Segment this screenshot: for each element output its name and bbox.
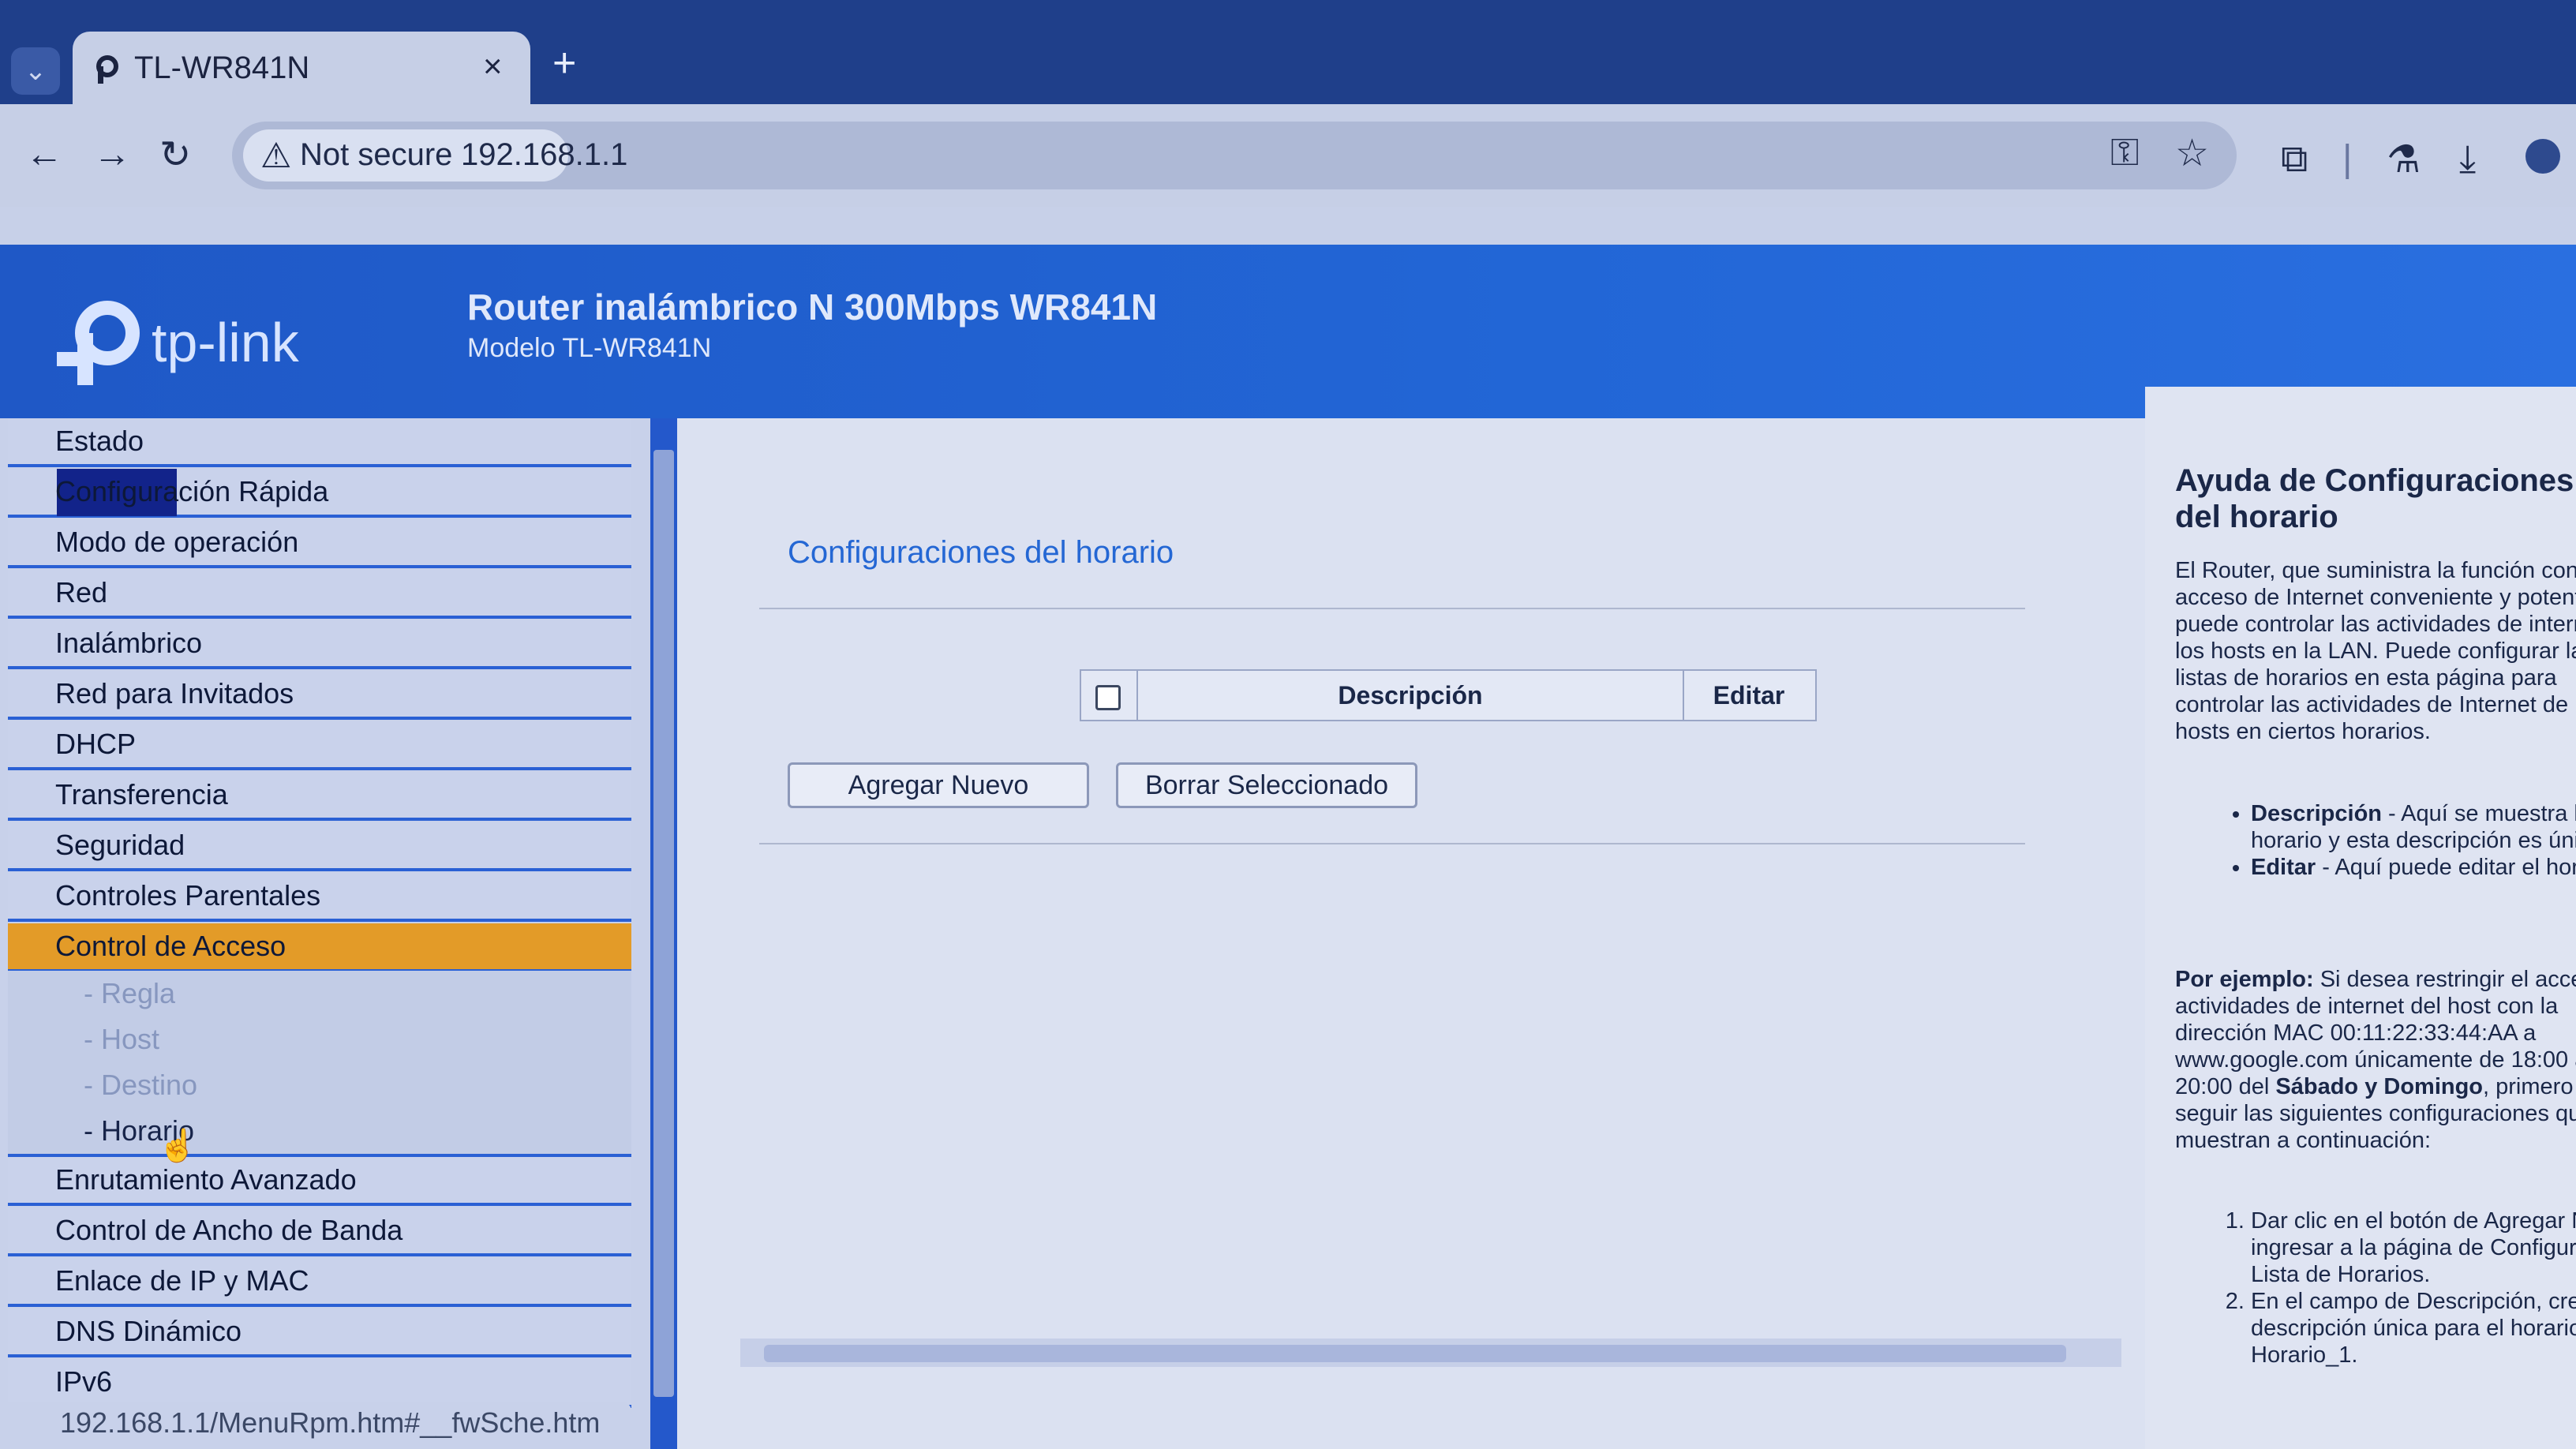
help-step: En el campo de Descripción, crear una de… bbox=[2251, 1288, 2576, 1368]
hand-cursor-icon: ☝ bbox=[158, 1129, 197, 1163]
screen: ⌄ TL-WR841N × + ← → ↻ ⚠ Not secure 192.1… bbox=[0, 0, 2576, 1449]
select-all-checkbox[interactable] bbox=[1095, 685, 1121, 710]
content-hscrollbar-thumb[interactable] bbox=[764, 1345, 2066, 1362]
browser-tab[interactable]: TL-WR841N × bbox=[73, 32, 530, 110]
new-tab-button[interactable]: + bbox=[552, 39, 576, 87]
url-text[interactable]: 192.168.1.1 bbox=[461, 137, 627, 173]
sidebar-subitem-regla[interactable]: - Regla bbox=[8, 971, 631, 1017]
back-icon[interactable]: ← bbox=[25, 133, 63, 176]
sidebar-item-enlace-ip-mac[interactable]: Enlace de IP y MAC bbox=[8, 1258, 631, 1307]
extensions-icon[interactable]: ⧉ bbox=[2281, 137, 2308, 182]
address-bar[interactable]: ⚠ Not secure 192.168.1.1 ⚿ ☆ bbox=[232, 122, 2237, 189]
sidebar-item-enrutamiento-avanzado[interactable]: Enrutamiento Avanzado bbox=[8, 1157, 631, 1206]
security-label: Not secure bbox=[300, 137, 453, 172]
download-icon[interactable]: ⤓ bbox=[2459, 137, 2476, 182]
column-edit: Editar bbox=[1713, 681, 1785, 710]
sidebar-scrollbar-thumb[interactable] bbox=[653, 450, 674, 1397]
help-title: Ayuda de Configuraciones del horario bbox=[2175, 463, 2574, 534]
sidebar-item-dhcp[interactable]: DHCP bbox=[8, 721, 631, 770]
status-url: 192.168.1.1/MenuRpm.htm#__fwSche.htm bbox=[60, 1406, 601, 1439]
sidebar-item-modo-operacion[interactable]: Modo de operación bbox=[8, 519, 631, 568]
sidebar-subitem-destino[interactable]: - Destino bbox=[8, 1062, 631, 1108]
key-icon[interactable]: ⚿ bbox=[2110, 131, 2140, 175]
help-step: Dar clic en el botón de Agregar Nuevo pa… bbox=[2251, 1208, 2576, 1288]
sidebar-item-ancho-banda[interactable]: Control de Ancho de Banda bbox=[8, 1208, 631, 1256]
schedule-table-header: Descripción Editar bbox=[1080, 669, 1817, 721]
help-panel: Ayuda de Configuraciones del horario El … bbox=[2145, 387, 2576, 1449]
close-tab-icon[interactable]: × bbox=[483, 47, 503, 85]
tplink-logo-icon bbox=[57, 301, 140, 385]
sidebar-item-control-acceso[interactable]: Control de Acceso bbox=[8, 923, 631, 972]
help-intro: El Router, que suministra la función con… bbox=[2175, 558, 2576, 744]
sidebar-item-dns-dinamico[interactable]: DNS Dinámico bbox=[8, 1309, 631, 1357]
logo-text: tp-link bbox=[152, 312, 299, 373]
column-description: Descripción bbox=[1136, 671, 1684, 720]
help-steps: Dar clic en el botón de Agregar Nuevo pa… bbox=[2175, 1208, 2576, 1368]
sidebar-item-seguridad[interactable]: Seguridad bbox=[8, 822, 631, 871]
sidebar-item-transferencia[interactable]: Transferencia bbox=[8, 772, 631, 821]
divider bbox=[759, 843, 2025, 844]
help-bullet: Descripción - Aquí se muestra la descrip… bbox=[2251, 800, 2576, 854]
sidebar-item-ipv6[interactable]: IPv6 bbox=[8, 1359, 631, 1408]
star-icon[interactable]: ☆ bbox=[2175, 131, 2209, 175]
sidebar-item-red[interactable]: Red bbox=[8, 570, 631, 619]
tab-search-icon[interactable]: ⌄ bbox=[11, 47, 60, 95]
sidebar-item-configuracion-rapida[interactable]: Configuración Rápida bbox=[8, 469, 631, 518]
section-title: Configuraciones del horario bbox=[788, 535, 1174, 570]
profile-icon[interactable] bbox=[2525, 139, 2560, 174]
main-content: Configuraciones del horario Descripción … bbox=[677, 418, 2145, 1449]
link-status-bar: 192.168.1.1/MenuRpm.htm#__fwSche.htm bbox=[0, 1402, 631, 1441]
sidebar-item-controles-parentales[interactable]: Controles Parentales bbox=[8, 873, 631, 922]
sidebar-item-estado[interactable]: Estado bbox=[8, 418, 631, 467]
divider bbox=[759, 608, 2025, 609]
sidebar-menu: Estado Configuración Rápida Modo de oper… bbox=[0, 418, 655, 1449]
forward-icon[interactable]: → bbox=[93, 133, 131, 176]
tplink-favicon-icon bbox=[96, 55, 118, 84]
content-hscrollbar[interactable] bbox=[740, 1339, 2121, 1367]
help-bullets: Descripción - Aquí se muestra la descrip… bbox=[2175, 800, 2576, 881]
help-bullet: Editar - Aquí puede editar el horario ex… bbox=[2251, 854, 2576, 881]
delete-selected-button[interactable]: Borrar Seleccionado bbox=[1116, 762, 1417, 808]
reload-icon[interactable]: ↻ bbox=[159, 133, 191, 177]
tab-title: TL-WR841N bbox=[134, 51, 310, 85]
router-title: Router inalámbrico N 300Mbps WR841N bbox=[467, 286, 1158, 328]
sidebar-item-red-invitados[interactable]: Red para Invitados bbox=[8, 671, 631, 720]
labs-icon[interactable]: ⚗ bbox=[2387, 137, 2421, 182]
toolbar-divider: | bbox=[2342, 138, 2353, 180]
browser-toolbar: ← → ↻ ⚠ Not secure 192.168.1.1 ⚿ ☆ ⧉ | ⚗… bbox=[0, 104, 2576, 207]
browser-tabstrip: ⌄ TL-WR841N × + bbox=[0, 0, 2576, 110]
sidebar-subitem-horario[interactable]: - Horario bbox=[8, 1108, 631, 1157]
sidebar-item-inalambrico[interactable]: Inalámbrico bbox=[8, 620, 631, 669]
tplink-logo: tp-link bbox=[51, 297, 311, 391]
router-model: Modelo TL-WR841N bbox=[467, 333, 712, 363]
page-top-strip bbox=[0, 207, 2576, 245]
add-new-button[interactable]: Agregar Nuevo bbox=[788, 762, 1089, 808]
sidebar-scrollbar[interactable] bbox=[650, 418, 677, 1449]
sidebar-subitem-host[interactable]: - Host bbox=[8, 1017, 631, 1062]
help-example: Por ejemplo: Si desea restringir el acce… bbox=[2175, 967, 2576, 1153]
warning-icon: ⚠ bbox=[260, 137, 292, 175]
